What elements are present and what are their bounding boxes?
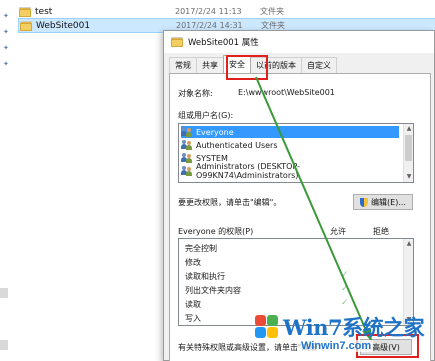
quick-access-pins: ✦ ✦ ✦ ✦: [0, 0, 14, 361]
allow-check-icon: ✓: [341, 298, 349, 308]
tab-general[interactable]: 常规: [169, 57, 197, 73]
nav-pane-edge: [0, 340, 8, 350]
users-icon: [181, 127, 193, 137]
scroll-thumb[interactable]: [405, 135, 412, 161]
security-tab-highlight: [226, 55, 268, 80]
user-item-authenticated[interactable]: Authenticated Users: [181, 139, 399, 151]
permission-row: 读取和执行 ✓: [181, 270, 401, 283]
folder-icon: [171, 37, 183, 47]
users-icon: [181, 166, 193, 176]
users-icon: [181, 140, 193, 150]
edit-button-label: 编辑(E)...: [371, 197, 406, 207]
scroll-up-icon[interactable]: ▲: [404, 239, 413, 249]
allow-check-icon: ✓: [341, 270, 349, 280]
file-name: test: [35, 6, 53, 17]
permission-name: 写入: [185, 314, 201, 323]
windows-logo-icon: [255, 315, 279, 339]
user-name: Authenticated Users: [196, 140, 278, 150]
permission-name: 修改: [185, 258, 201, 267]
allow-check-icon: ✓: [341, 284, 349, 294]
scroll-down-icon[interactable]: ▼: [404, 172, 413, 182]
file-row-test[interactable]: test 2017/2/24 11:13 文件夹: [18, 4, 435, 19]
tab-customize[interactable]: 自定义: [301, 57, 337, 73]
dialog-title: WebSite001 属性: [188, 38, 259, 48]
watermark-url: Winwin7.com: [299, 340, 374, 352]
permission-name: 列出文件夹内容: [185, 286, 241, 295]
permission-row: 修改: [181, 256, 401, 269]
edit-button[interactable]: 编辑(E)...: [353, 194, 413, 210]
pin-icon[interactable]: ✦: [3, 44, 11, 52]
scroll-up-icon[interactable]: ▲: [404, 124, 413, 134]
pin-icon[interactable]: ✦: [3, 12, 11, 20]
pin-icon[interactable]: ✦: [3, 28, 11, 36]
folder-icon: [20, 20, 32, 31]
file-date: 2017/2/24 14:31: [176, 21, 243, 30]
deny-header: 拒绝: [373, 227, 389, 236]
change-permissions-hint: 要更改权限，请单击"编辑"。: [178, 198, 282, 207]
object-name-value: E:\wwwroot\WebSite001: [238, 88, 335, 97]
user-item-everyone[interactable]: Everyone: [181, 126, 399, 138]
nav-pane-edge: [0, 288, 8, 298]
user-name: Everyone: [196, 127, 234, 137]
file-type: 文件夹: [260, 7, 284, 16]
permission-row: 列出文件夹内容 ✓: [181, 284, 401, 297]
permission-name: 完全控制: [185, 244, 217, 253]
groups-label: 组或用户名(G):: [178, 111, 234, 120]
user-name: Administrators (DESKTOP-O99KN74\Administ…: [196, 162, 301, 180]
watermark-brand: Win7系统之家: [283, 315, 425, 340]
file-date: 2017/2/24 11:13: [175, 7, 242, 16]
permission-row: 完全控制: [181, 242, 401, 255]
users-icon: [181, 153, 193, 163]
dialog-titlebar[interactable]: WebSite001 属性: [164, 31, 434, 53]
uac-shield-icon: [360, 197, 369, 207]
permission-name: 读取: [185, 300, 201, 309]
file-name: WebSite001: [36, 20, 91, 31]
folder-icon: [19, 6, 31, 17]
tab-sharing[interactable]: 共享: [196, 57, 224, 73]
object-name-label: 对象名称:: [178, 89, 213, 98]
permissions-label: Everyone 的权限(P): [178, 227, 254, 236]
users-scrollbar[interactable]: ▲ ▼: [403, 124, 413, 182]
permission-name: 读取和执行: [185, 272, 225, 281]
user-item-administrators[interactable]: Administrators (DESKTOP-O99KN74\Administ…: [181, 162, 399, 180]
users-listbox[interactable]: Everyone Authenticated Users SYSTEM Admi…: [178, 123, 414, 183]
site-watermark: Win7系统之家 Winwin7.com: [255, 310, 433, 358]
allow-header: 允许: [330, 227, 346, 236]
pin-icon[interactable]: ✦: [3, 60, 11, 68]
